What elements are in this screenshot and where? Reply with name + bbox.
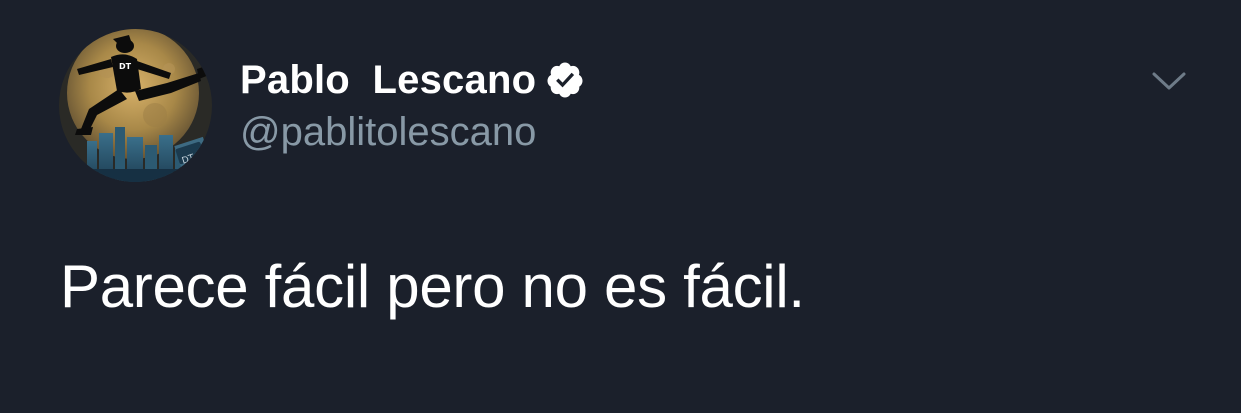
- chevron-down-icon[interactable]: [1150, 66, 1188, 96]
- author-name-row: Pablo Lescano: [240, 56, 585, 104]
- tweet-card: DT DT Pablo Lescano @pablitolescano Pare…: [0, 0, 1241, 413]
- tweet-text: Parece fácil pero no es fácil.: [60, 253, 805, 320]
- author-display-name[interactable]: Pablo Lescano: [240, 58, 536, 103]
- author-avatar[interactable]: DT DT: [59, 29, 212, 182]
- avatar-image: DT DT: [59, 29, 212, 182]
- svg-text:DT: DT: [119, 62, 132, 71]
- verified-badge-icon: [545, 60, 585, 100]
- author-handle[interactable]: @pablitolescano: [240, 110, 536, 155]
